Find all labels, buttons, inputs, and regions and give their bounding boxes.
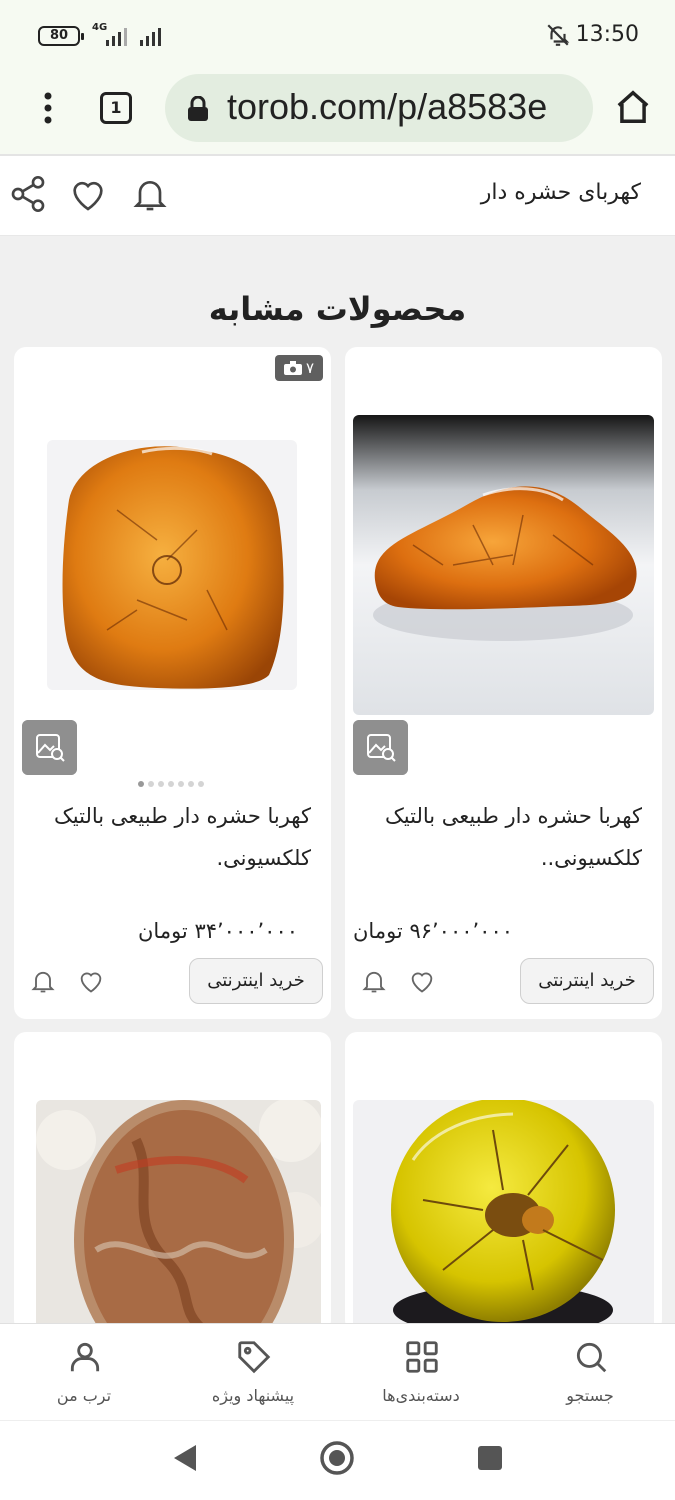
signal-icon-2 — [140, 24, 161, 46]
status-bar: 80 4G 13:50 — [0, 0, 675, 72]
tab-switcher-button[interactable]: 1 — [100, 92, 132, 124]
product-header: کهربای حشره دار — [0, 156, 675, 236]
product-name[interactable]: کهربا حشره دار طبیعی بالتیک کلکسیونی.. — [372, 795, 642, 879]
grid-icon — [406, 1341, 438, 1373]
heart-icon[interactable] — [77, 967, 105, 995]
photo-count-badge: ۷ — [275, 355, 323, 381]
more-menu-icon[interactable] — [36, 90, 60, 126]
user-icon — [70, 1342, 100, 1372]
camera-icon — [283, 361, 302, 375]
bell-icon[interactable] — [360, 967, 388, 995]
bottom-navigation: جستجو دسته‌بندی‌ها پیشنهاد ویژه ترب من — [0, 1323, 675, 1420]
nav-label: ترب من — [56, 1386, 112, 1405]
battery-indicator: 80 — [38, 26, 84, 46]
buy-online-button[interactable]: خرید اینترنتی — [189, 958, 323, 1004]
nav-label: جستجو — [566, 1386, 614, 1405]
product-image[interactable] — [353, 415, 654, 715]
bell-icon[interactable] — [130, 174, 170, 214]
product-name[interactable]: کهربا حشره دار طبیعی بالتیک کلکسیونی. — [41, 795, 311, 879]
network-type: 4G — [92, 22, 108, 33]
home-circle-icon[interactable] — [319, 1440, 355, 1476]
heart-icon[interactable] — [68, 174, 108, 214]
recent-apps-icon[interactable] — [477, 1445, 503, 1471]
nav-search[interactable]: جستجو — [506, 1324, 674, 1421]
browser-toolbar: 1 torob.com/p/a8583e — [0, 72, 675, 156]
nav-label: پیشنهاد ویژه — [211, 1386, 295, 1405]
product-image[interactable] — [36, 1100, 321, 1332]
lock-icon — [188, 96, 208, 121]
nav-categories[interactable]: دسته‌بندی‌ها — [337, 1324, 505, 1421]
product-image[interactable] — [353, 1100, 654, 1332]
product-price: ۹۶٬۰۰۰٬۰۰۰ تومان — [353, 919, 514, 943]
product-price: ۳۴٬۰۰۰٬۰۰۰ تومان — [138, 919, 299, 943]
nav-special-offer[interactable]: پیشنهاد ویژه — [169, 1324, 337, 1421]
share-icon[interactable] — [8, 174, 48, 214]
product-card[interactable] — [14, 1032, 331, 1332]
section-title: محصولات مشابه — [208, 290, 467, 328]
product-card[interactable]: کهربا حشره دار طبیعی بالتیک کلکسیونی.. ۹… — [345, 347, 662, 1019]
url-text: torob.com/p/a8583e — [227, 86, 548, 127]
nav-label: دسته‌بندی‌ها — [382, 1386, 460, 1405]
product-card[interactable]: ۷ کهربا حشره دار طبیعی بالتیک کلکسیونی. … — [14, 347, 331, 1019]
signal-icon — [106, 24, 127, 46]
system-navigation-bar — [0, 1420, 675, 1500]
buy-online-button[interactable]: خرید اینترنتی — [520, 958, 654, 1004]
back-icon[interactable] — [172, 1443, 198, 1473]
image-carousel-dots[interactable] — [138, 781, 204, 787]
bell-icon[interactable] — [29, 967, 57, 995]
home-icon[interactable] — [614, 88, 652, 126]
search-icon — [576, 1342, 607, 1373]
nav-my-torob[interactable]: ترب من — [0, 1324, 168, 1421]
product-image[interactable] — [47, 440, 297, 690]
page-title: کهربای حشره دار — [480, 180, 641, 205]
address-bar[interactable]: torob.com/p/a8583e — [165, 74, 593, 142]
similar-image-search-icon[interactable] — [353, 720, 408, 775]
bell-off-icon — [547, 24, 570, 46]
heart-icon[interactable] — [408, 967, 436, 995]
photo-count: ۷ — [305, 359, 315, 377]
product-card[interactable] — [345, 1032, 662, 1332]
clock: 13:50 — [575, 22, 639, 47]
similar-image-search-icon[interactable] — [22, 720, 77, 775]
tag-icon — [238, 1341, 271, 1374]
